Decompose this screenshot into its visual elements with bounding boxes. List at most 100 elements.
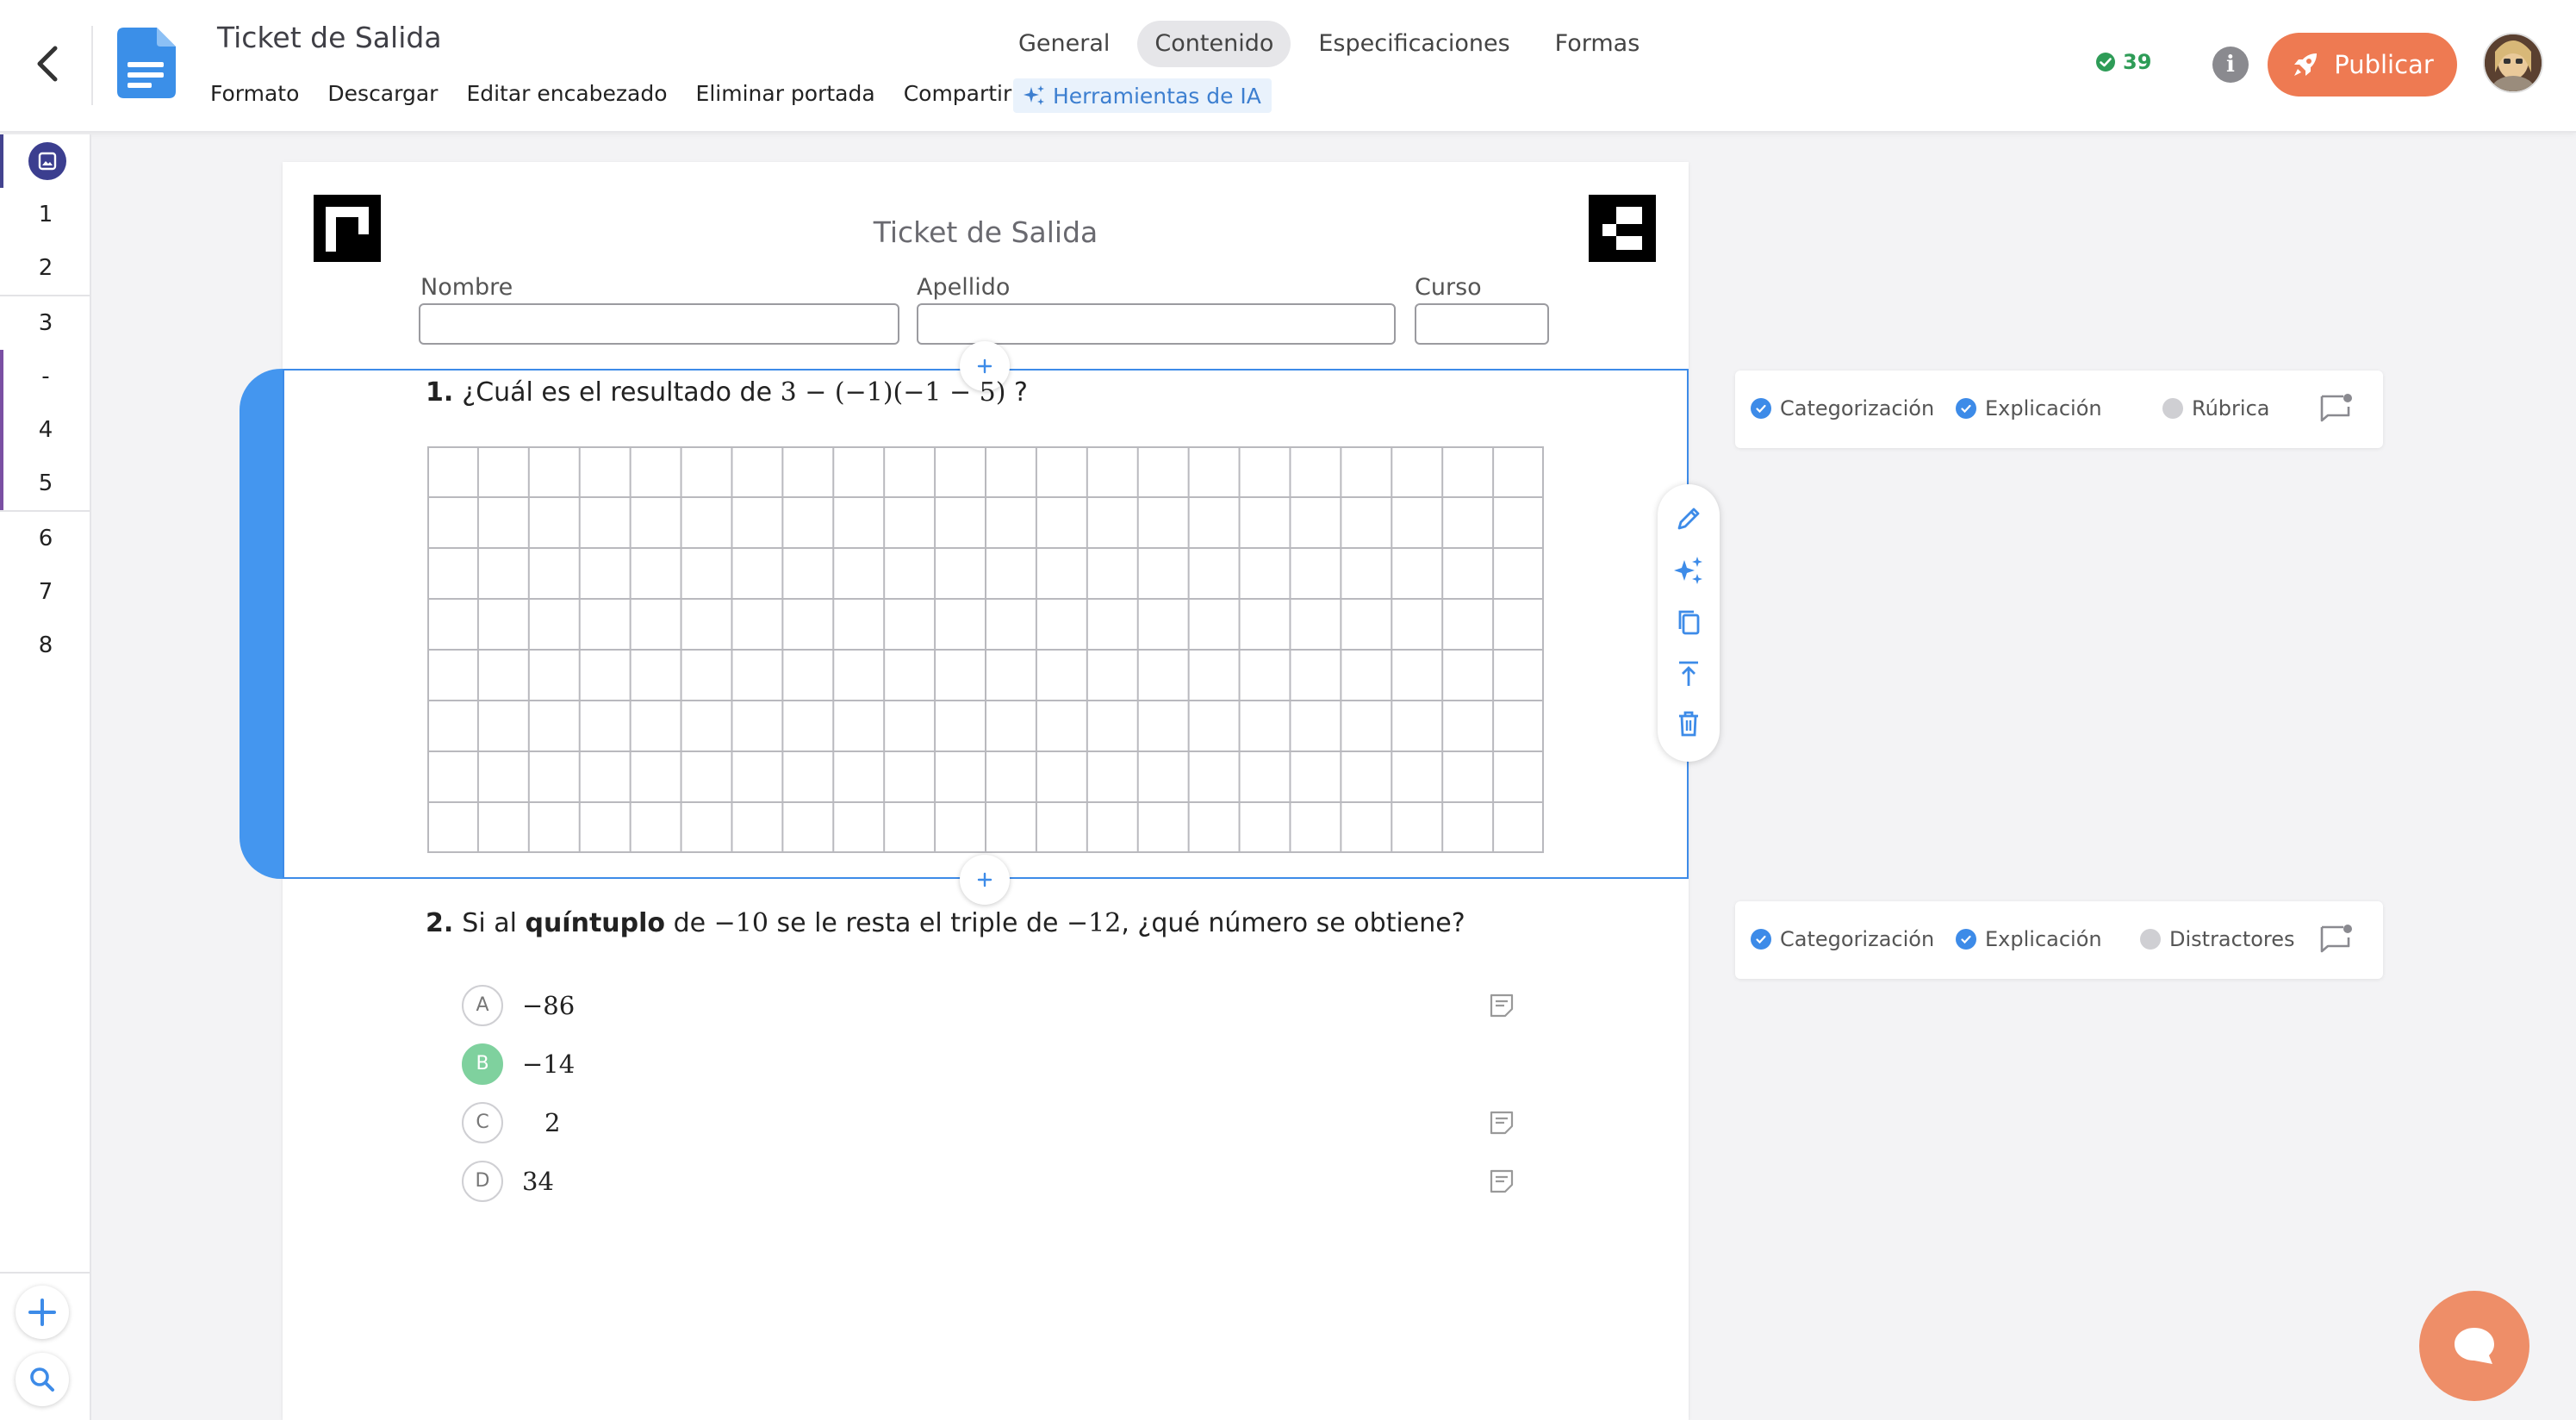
prop-distractores[interactable]: Distractores <box>2140 927 2295 951</box>
option-value: −86 <box>522 991 576 1020</box>
chevron-left-icon <box>37 46 58 82</box>
question-1-prompt: ¿Cuál es el resultado de <box>462 377 773 408</box>
answer-option-d[interactable]: D 34 <box>462 1160 554 1203</box>
nav-item-2[interactable]: 2 <box>0 241 91 295</box>
nav-divider <box>0 1272 90 1274</box>
pencil-icon[interactable] <box>1671 501 1706 536</box>
question-1-suffix: ? <box>1014 377 1028 408</box>
apellido-field[interactable] <box>917 303 1396 345</box>
document-icon <box>117 28 176 98</box>
question-2-math-a: −10 <box>713 908 768 938</box>
publish-button[interactable]: Publicar <box>2268 33 2457 97</box>
chat-button[interactable] <box>2419 1291 2529 1401</box>
prop-label: Rúbrica <box>2192 396 2270 420</box>
question-2-text-bold: quíntuplo <box>525 908 666 938</box>
page-title: Ticket de Salida <box>873 215 1098 249</box>
question-1-text: 1. ¿Cuál es el resultado de 3 − (−1)(−1 −… <box>426 377 1028 408</box>
menu-editar-encabezado[interactable]: Editar encabezado <box>466 81 667 106</box>
question-2-text-de: de <box>673 908 706 938</box>
option-value: 34 <box>522 1167 554 1196</box>
insert-between-questions-button[interactable] <box>960 855 1010 905</box>
nav-item-6[interactable]: 6 <box>0 512 91 565</box>
question-2-text-end: , ¿qué número se obtiene? <box>1121 908 1465 938</box>
nav-item-4[interactable]: 4 <box>0 403 91 457</box>
comment-icon[interactable] <box>2318 922 2354 958</box>
answer-option-b[interactable]: B −14 <box>462 1043 575 1086</box>
publish-label: Publicar <box>2334 50 2434 79</box>
option-letter: D <box>462 1161 503 1202</box>
nombre-field[interactable] <box>419 303 899 345</box>
ai-tools-label: Herramientas de IA <box>1053 83 1261 109</box>
check-dot-icon <box>1751 398 1771 419</box>
tab-formas[interactable]: Formas <box>1538 21 1658 67</box>
nav-item-5[interactable]: 5 <box>0 457 91 510</box>
prop-label: Categorización <box>1780 927 1935 951</box>
header-tabs: General Contenido Especificaciones Forma… <box>1001 21 1657 67</box>
check-dot-icon <box>1956 929 1976 950</box>
nav-item-1[interactable]: 1 <box>0 188 91 241</box>
user-avatar[interactable] <box>2483 33 2543 93</box>
prop-categorizacion[interactable]: Categorización <box>1751 396 1934 420</box>
menu-eliminar-portada[interactable]: Eliminar portada <box>696 81 875 106</box>
prop-label: Distractores <box>2169 927 2295 951</box>
prop-categorizacion[interactable]: Categorización <box>1751 927 1934 951</box>
info-icon[interactable]: i <box>2212 47 2249 83</box>
validation-count-number: 39 <box>2123 50 2152 74</box>
empty-dot-icon <box>2140 929 2161 950</box>
tab-especificaciones[interactable]: Especificaciones <box>1301 21 1527 67</box>
question-1-properties-panel: Categorización Explicación Rúbrica <box>1735 371 2383 448</box>
move-to-top-icon[interactable] <box>1671 657 1706 691</box>
trash-icon[interactable] <box>1671 707 1706 741</box>
document-title[interactable]: Ticket de Salida <box>217 21 442 54</box>
nav-item-cover[interactable] <box>0 134 91 188</box>
nav-item-3[interactable]: 3 <box>0 296 91 350</box>
prop-label: Categorización <box>1780 396 1935 420</box>
option-letter: A <box>462 985 503 1026</box>
nav-item-7[interactable]: 7 <box>0 565 91 619</box>
option-letter: C <box>462 1102 503 1143</box>
search-button[interactable] <box>16 1353 69 1406</box>
menu-descargar[interactable]: Descargar <box>327 81 438 106</box>
tab-general[interactable]: General <box>1001 21 1127 67</box>
question-1-number: 1. <box>426 377 454 408</box>
question-1-selection-strip[interactable] <box>240 369 284 879</box>
add-question-button[interactable] <box>16 1286 69 1339</box>
rocket-icon <box>2294 53 2318 76</box>
option-letter-correct: B <box>462 1043 503 1085</box>
feedback-note-icon[interactable] <box>1489 1168 1515 1194</box>
question-1-answer-grid[interactable] <box>427 446 1544 853</box>
nav-item-dash[interactable]: - <box>0 350 91 403</box>
header-divider <box>91 26 93 105</box>
chat-bubble-icon <box>2455 1328 2494 1364</box>
question-navigator: 1 2 3 - 4 5 6 7 8 <box>0 134 91 1420</box>
avatar-image <box>2485 34 2542 91</box>
question-2-text-pre: Si al <box>462 908 517 938</box>
top-header: Ticket de Salida Formato Descargar Edita… <box>0 0 2576 133</box>
menu-formato[interactable]: Formato <box>210 81 299 106</box>
header-menu: Formato Descargar Editar encabezado Elim… <box>210 81 1011 106</box>
curso-field[interactable] <box>1415 303 1549 345</box>
check-circle-icon <box>2096 53 2115 72</box>
feedback-note-icon[interactable] <box>1489 993 1515 1018</box>
prop-explicacion[interactable]: Explicación <box>1956 396 2102 420</box>
label-apellido: Apellido <box>917 274 1011 301</box>
question-2-properties-panel: Categorización Explicación Distractores <box>1735 901 2383 979</box>
prop-explicacion[interactable]: Explicación <box>1956 927 2102 951</box>
ai-tools-button[interactable]: Herramientas de IA <box>1013 78 1272 113</box>
plus-icon <box>28 1299 56 1326</box>
comment-icon[interactable] <box>2318 391 2354 427</box>
question-2-number: 2. <box>426 908 454 938</box>
answer-option-a[interactable]: A −86 <box>462 984 575 1027</box>
back-button[interactable] <box>19 33 74 95</box>
copy-icon[interactable] <box>1671 605 1706 639</box>
answer-option-c[interactable]: C 2 <box>462 1101 560 1144</box>
sparkles-icon[interactable] <box>1671 553 1706 588</box>
tab-contenido[interactable]: Contenido <box>1137 21 1291 67</box>
label-curso: Curso <box>1415 274 1482 301</box>
feedback-note-icon[interactable] <box>1489 1110 1515 1136</box>
menu-compartir[interactable]: Compartir <box>904 81 1012 106</box>
nav-item-8[interactable]: 8 <box>0 619 91 672</box>
validation-count[interactable]: 39 <box>2095 50 2151 74</box>
prop-rubrica[interactable]: Rúbrica <box>2162 396 2269 420</box>
question-1-math: 3 − (−1)(−1 − 5) <box>780 377 1006 408</box>
